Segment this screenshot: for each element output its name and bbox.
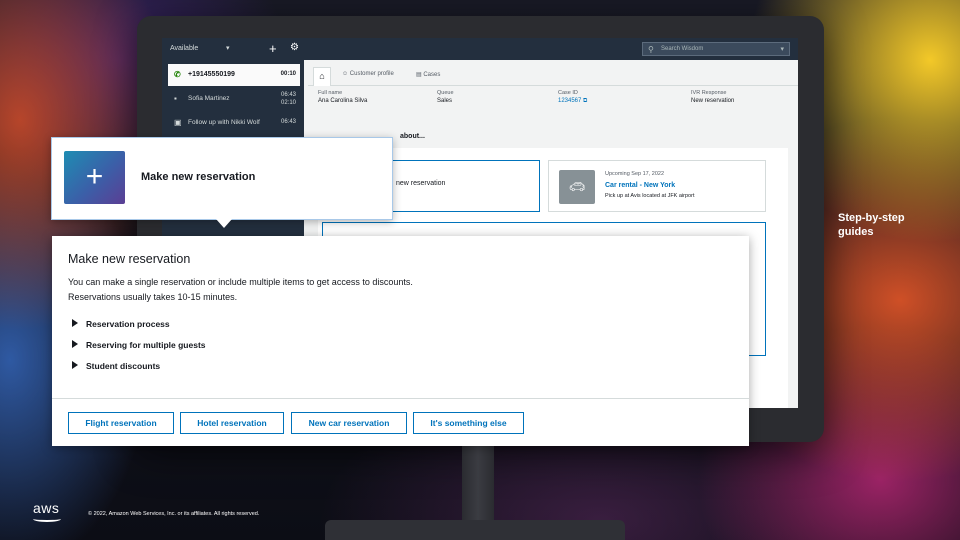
chevron-down-icon: ▾ <box>780 46 784 53</box>
caret-right-icon <box>72 319 78 327</box>
search-icon: ⚲ <box>648 45 654 54</box>
expandable-reservation-process[interactable]: Reservation process <box>72 319 170 329</box>
guide-detail-panel: Make new reservation You can make a sing… <box>52 236 749 446</box>
something-else-button[interactable]: It's something else <box>413 412 524 434</box>
contact-item-active[interactable]: ✆ +19145550199 00:10 <box>168 64 300 86</box>
contact-label: +19145550199 <box>188 71 235 78</box>
guide-title: Make new reservation <box>68 252 191 266</box>
expandable-student-discounts[interactable]: Student discounts <box>72 361 160 371</box>
contact-item[interactable]: ▣ Follow up with Nikki Wolf 06:43 <box>168 112 300 134</box>
monitor-base <box>325 520 625 540</box>
caret-right-icon <box>72 340 78 348</box>
car-icon: 🚗︎ <box>559 170 595 204</box>
field-case-id: Case ID 1234567 ⧉ <box>558 90 588 104</box>
hotel-reservation-button[interactable]: Hotel reservation <box>180 412 284 434</box>
tile-label: Make new reservation <box>141 171 256 183</box>
make-new-reservation-tile-zoom[interactable]: + Make new reservation <box>51 137 393 220</box>
guide-description: You can make a single reservation or inc… <box>68 277 413 302</box>
field-full-name: Full name Ana Carolina Silva <box>318 90 368 104</box>
field-ivr-response: IVR Response New reservation <box>691 90 735 104</box>
contact-attributes: Full name Ana Carolina Silva Queue Sales C… <box>308 90 798 114</box>
tile-label: new reservation <box>396 180 446 187</box>
car-subtitle: Pick up at Avis located at JFK airport <box>605 193 695 199</box>
contact-time: 06:43 <box>280 119 296 125</box>
contact-label: Sofia Martinez <box>188 95 230 102</box>
gear-icon[interactable]: ⚙ <box>290 42 299 53</box>
plus-icon[interactable]: + <box>269 41 277 56</box>
chat-icon: ▪ <box>174 94 177 103</box>
contact-times: 06:43 02:10 <box>280 92 296 106</box>
expandable-multiple-guests[interactable]: Reserving for multiple guests <box>72 340 206 350</box>
contact-time: 00:10 <box>280 71 296 77</box>
phone-icon: ✆ <box>174 70 181 79</box>
car-date: Upcoming Sep 17, 2022 <box>605 171 665 177</box>
plus-icon: + <box>64 151 125 204</box>
tab-cases[interactable]: ▤ Cases <box>416 71 440 78</box>
task-icon: ▣ <box>174 118 182 127</box>
contact-label: Follow up with Nikki Wolf <box>188 119 260 126</box>
tab-customer-profile[interactable]: ☺ Customer profile <box>342 71 394 77</box>
tab-bar: ⌂ ☺ Customer profile ▤ Cases <box>308 64 798 86</box>
search-input[interactable]: ⚲ Search Wisdom ▾ <box>642 42 790 56</box>
divider <box>52 398 749 399</box>
field-queue: Queue Sales <box>437 90 454 104</box>
new-car-reservation-button[interactable]: New car reservation <box>291 412 407 434</box>
agent-status[interactable]: Available <box>170 45 198 52</box>
top-bar: Available ▾ + ⚙ ⚲ Search Wisdom ▾ <box>162 38 798 60</box>
aws-logo: aws <box>33 500 60 516</box>
side-caption: Step-by-step guides <box>838 212 905 238</box>
home-icon[interactable]: ⌂ <box>313 67 331 86</box>
copy-icon: ⧉ <box>583 98 588 104</box>
caret-right-icon <box>72 361 78 369</box>
car-title[interactable]: Car rental - New York <box>605 182 675 189</box>
tile-car-rental[interactable]: 🚗︎ Upcoming Sep 17, 2022 Car rental - Ne… <box>548 160 766 212</box>
chevron-down-icon[interactable]: ▾ <box>226 44 230 52</box>
step-heading: about... <box>400 133 425 140</box>
search-placeholder: Search Wisdom <box>661 46 704 52</box>
flight-reservation-button[interactable]: Flight reservation <box>68 412 174 434</box>
aws-smile-icon <box>33 516 61 522</box>
copyright: © 2022, Amazon Web Services, Inc. or its… <box>88 511 260 517</box>
contact-item[interactable]: ▪ Sofia Martinez 06:43 02:10 <box>168 88 300 110</box>
monitor-stand <box>462 442 494 520</box>
callout-pointer <box>216 219 232 228</box>
